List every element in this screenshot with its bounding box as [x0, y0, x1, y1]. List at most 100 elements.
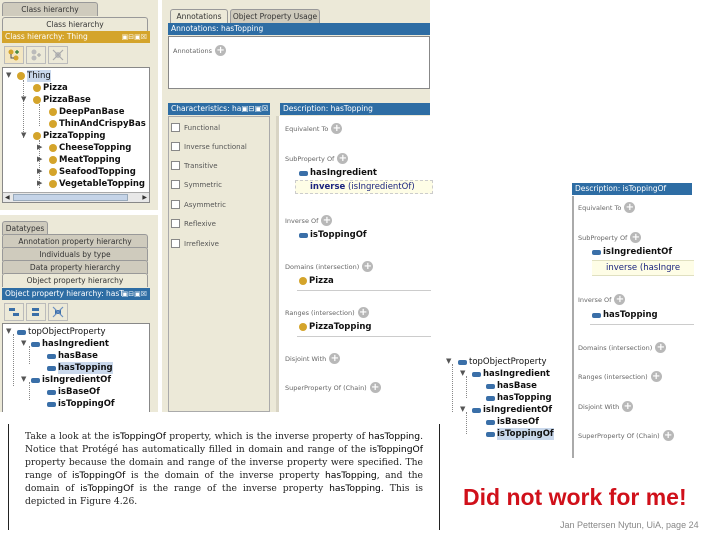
characteristic-functional[interactable]: Functional	[171, 123, 220, 132]
tree-node-istoppingof[interactable]: isToppingOf	[47, 398, 115, 410]
add-range-icon[interactable]: +	[650, 371, 662, 382]
delete-class-button[interactable]	[48, 46, 68, 64]
characteristic-irreflexive[interactable]: Irreflexive	[171, 239, 219, 248]
characteristic-symmetric[interactable]: Symmetric	[171, 180, 222, 189]
expand-triangle-icon[interactable]: ▼	[21, 131, 26, 139]
collapse-triangle-icon[interactable]: ▶	[37, 155, 42, 163]
expand-triangle-icon[interactable]: ▼	[6, 71, 11, 79]
expand-triangle-icon[interactable]: ▼	[21, 375, 26, 383]
tree-node-vegetabletopping[interactable]: VegetableTopping	[49, 178, 145, 190]
tab-class-hierarchy[interactable]: Class hierarchy	[2, 17, 148, 31]
tree-node-hasbase[interactable]: hasBase	[486, 380, 537, 392]
object-property-tree[interactable]: ▼ topObjectProperty ▼ hasIngredient hasB…	[2, 323, 150, 412]
tree-node-topobjectproperty[interactable]: topObjectProperty	[458, 356, 547, 368]
tree-node-isingredientof[interactable]: isIngredientOf	[472, 404, 552, 416]
checkbox[interactable]	[171, 142, 180, 151]
object-property-tree-second[interactable]: ▼ topObjectProperty ▼ hasIngredient hasB…	[444, 352, 566, 457]
expand-triangle-icon[interactable]: ▼	[21, 95, 26, 103]
tree-node-hasingredient[interactable]: hasIngredient	[472, 368, 550, 380]
tree-node-deeppanbase[interactable]: DeepPanBase	[49, 106, 125, 118]
subproperty-value[interactable]: hasIngredient	[299, 168, 377, 178]
range-value[interactable]: PizzaTopping	[299, 322, 372, 332]
subproperty-value[interactable]: isIngredientOf	[592, 247, 672, 257]
expand-triangle-icon[interactable]: ▼	[446, 357, 451, 365]
tab-data-property-hierarchy[interactable]: Data property hierarchy	[2, 260, 148, 274]
add-equivalent-icon[interactable]: +	[624, 202, 636, 213]
tab-individuals-by-type[interactable]: Individuals by type	[2, 247, 148, 261]
checkbox[interactable]	[171, 123, 180, 132]
add-disjoint-icon[interactable]: +	[622, 401, 634, 412]
add-subproperty-icon[interactable]: +	[630, 232, 642, 243]
add-disjoint-icon[interactable]: +	[329, 353, 341, 364]
tree-node-meattopping[interactable]: MeatTopping	[49, 154, 121, 166]
delete-property-button[interactable]	[48, 303, 68, 321]
checkbox[interactable]	[171, 239, 180, 248]
inverse-of-value[interactable]: isToppingOf	[299, 230, 367, 240]
inferred-inverse-subproperty[interactable]: inverse (hasIngre	[592, 260, 694, 276]
inferred-inverse-subproperty[interactable]: inverse (isIngredientOf)	[295, 180, 433, 194]
tab-datatypes[interactable]: Datatypes	[2, 221, 48, 235]
add-sub-property-button[interactable]	[4, 303, 24, 321]
checkbox[interactable]	[171, 161, 180, 170]
add-chain-icon[interactable]: +	[369, 382, 381, 393]
tab-object-property-hierarchy[interactable]: Object property hierarchy	[2, 273, 148, 287]
tree-node-seafoodtopping[interactable]: SeafoodTopping	[49, 166, 136, 178]
characteristic-asymmetric[interactable]: Asymmetric	[171, 200, 226, 209]
tree-node-pizzatopping[interactable]: PizzaTopping	[33, 130, 106, 142]
panel-window-buttons[interactable]: ▣⊟▣☒	[122, 31, 147, 43]
scroll-right-icon[interactable]: ▶	[142, 193, 147, 202]
collapse-triangle-icon[interactable]: ▶	[37, 167, 42, 175]
tree-node-pizza[interactable]: Pizza	[33, 82, 68, 94]
add-sibling-property-button[interactable]	[26, 303, 46, 321]
class-tree[interactable]: ▼ Thing Pizza ▼ PizzaBase DeepPanBase Th…	[2, 67, 150, 203]
scroll-left-icon[interactable]: ◀	[5, 193, 10, 202]
tree-node-thinandcrispybase[interactable]: ThinAndCrispyBas	[49, 118, 146, 130]
checkbox[interactable]	[171, 219, 180, 228]
add-inverse-icon[interactable]: +	[321, 215, 333, 226]
tree-node-pizzabase[interactable]: PizzaBase	[33, 94, 91, 106]
add-sibling-button[interactable]	[26, 46, 46, 64]
expand-triangle-icon[interactable]: ▼	[460, 405, 465, 413]
characteristic-transitive[interactable]: Transitive	[171, 161, 218, 170]
expand-triangle-icon[interactable]: ▼	[460, 369, 465, 377]
tree-node-istoppingof[interactable]: isToppingOf	[486, 428, 554, 440]
collapse-triangle-icon[interactable]: ▶	[37, 179, 42, 187]
tree-node-isbaseof[interactable]: isBaseOf	[47, 386, 100, 398]
add-subproperty-icon[interactable]: +	[337, 153, 349, 164]
add-chain-icon[interactable]: +	[662, 430, 674, 441]
tree-node-isingredientof[interactable]: isIngredientOf	[31, 374, 111, 386]
add-annotation-icon[interactable]: +	[215, 45, 227, 56]
tab-annotations[interactable]: Annotations	[170, 9, 228, 23]
expand-triangle-icon[interactable]: ▼	[21, 339, 26, 347]
add-domain-icon[interactable]: +	[655, 342, 667, 353]
domain-value[interactable]: Pizza	[299, 276, 334, 286]
tree-node-hasingredient[interactable]: hasIngredient	[31, 338, 109, 350]
tree-node-hastopping[interactable]: hasTopping	[486, 392, 552, 404]
characteristic-inverse-functional[interactable]: Inverse functional	[171, 142, 247, 151]
characteristic-reflexive[interactable]: Reflexive	[171, 219, 216, 228]
add-equivalent-icon[interactable]: +	[331, 123, 343, 134]
checkbox[interactable]	[171, 180, 180, 189]
tree-node-hasbase[interactable]: hasBase	[47, 350, 98, 362]
property-editor: Annotations Object Property Usage Annota…	[162, 0, 433, 412]
checkbox[interactable]	[171, 200, 180, 209]
horizontal-scrollbar[interactable]: ◀ ▶	[3, 192, 149, 202]
tab-class-hierarchy-inferred[interactable]: Class hierarchy (inferred)	[2, 2, 98, 27]
tree-node-isbaseof[interactable]: isBaseOf	[486, 416, 539, 428]
panel-window-buttons[interactable]: ▣⊟▣☒	[122, 288, 147, 300]
add-domain-icon[interactable]: +	[362, 261, 374, 272]
add-inverse-icon[interactable]: +	[614, 294, 626, 305]
add-subclass-button[interactable]	[4, 46, 24, 64]
add-range-icon[interactable]: +	[357, 307, 369, 318]
tab-annotation-property-hierarchy[interactable]: Annotation property hierarchy	[2, 234, 148, 248]
tree-node-topobjectproperty[interactable]: topObjectProperty	[17, 326, 106, 338]
tree-node-thing[interactable]: Thing	[17, 70, 51, 82]
collapse-triangle-icon[interactable]: ▶	[37, 143, 42, 151]
expand-triangle-icon[interactable]: ▼	[6, 327, 11, 335]
tree-node-hastopping[interactable]: hasTopping	[47, 362, 113, 374]
scrollbar-thumb[interactable]	[13, 194, 128, 201]
class-hierarchy-title: Class hierarchy: Thing	[5, 32, 88, 41]
tab-object-property-usage[interactable]: Object Property Usage	[230, 9, 320, 23]
tree-node-cheesetopping[interactable]: CheeseTopping	[49, 142, 131, 154]
inverse-of-value[interactable]: hasTopping	[592, 310, 658, 320]
